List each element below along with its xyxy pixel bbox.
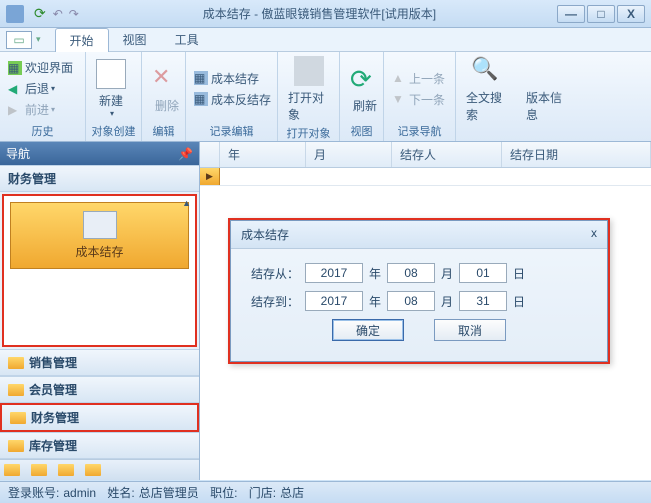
to-label: 结存到： [251, 293, 299, 310]
open-object-button[interactable]: 打开对象 [282, 54, 335, 125]
to-year-input[interactable] [305, 291, 363, 311]
nav-body: ▲ 成本结存 [2, 194, 197, 347]
grid-row[interactable]: ▶ [200, 168, 651, 186]
tab-start[interactable]: 开始 [55, 28, 109, 52]
cost-close-icon [83, 211, 117, 239]
date-from-row: 结存从： 年 月 日 [251, 263, 587, 283]
cost-reverse-button[interactable]: ▦成本反结存 [190, 89, 275, 110]
folder-icon[interactable] [58, 464, 74, 476]
folder-icon[interactable] [4, 464, 20, 476]
account-label: 登录账号: [8, 484, 59, 501]
position-label: 职位: [210, 484, 237, 501]
redo-icon[interactable]: ↷ [69, 7, 79, 21]
app-menu-icon[interactable]: ▭ [6, 31, 32, 49]
nav-panel: 导航📌 财务管理 ▲ 成本结存 销售管理 会员管理 财务管理 库存管理 [0, 142, 200, 480]
group-nav: 记录导航 [388, 123, 451, 139]
version-button[interactable]: 版本信息 [520, 54, 572, 125]
undo-icon[interactable]: ↶ [53, 7, 63, 21]
delete-button[interactable]: ✕删除 [146, 62, 188, 116]
pin-icon[interactable]: 📌 [178, 147, 193, 161]
next-record-button[interactable]: ▼下一条 [388, 89, 449, 110]
titlebar: ⟳ ↶ ↷ 成本结存 - 傲蓝眼镜销售管理软件[试用版本] — □ X [0, 0, 651, 28]
folder-icon [8, 440, 24, 452]
to-month-input[interactable] [387, 291, 435, 311]
nav-section-member[interactable]: 会员管理 [0, 376, 199, 403]
to-day-input[interactable] [459, 291, 507, 311]
col-person[interactable]: 结存人 [392, 142, 502, 167]
window-title: 成本结存 - 傲蓝眼镜销售管理软件[试用版本] [82, 5, 557, 22]
folder-icon [8, 357, 24, 369]
row-indicator-icon: ▶ [200, 168, 220, 185]
forward-button[interactable]: ▶前进▾ [4, 99, 77, 120]
name-label: 姓名: [107, 484, 134, 501]
new-button[interactable]: 新建▾ [90, 57, 132, 120]
welcome-button[interactable]: ▦欢迎界面 [4, 57, 77, 78]
group-record: 记录编辑 [190, 123, 273, 139]
dialog-title: 成本结存 [241, 226, 289, 243]
group-history: 历史 [4, 123, 81, 139]
minimize-button[interactable]: — [557, 5, 585, 23]
group-create: 对象创建 [90, 123, 137, 139]
from-month-input[interactable] [387, 263, 435, 283]
cancel-button[interactable]: 取消 [434, 319, 506, 341]
group-open: 打开对象 [282, 125, 335, 141]
col-year[interactable]: 年 [220, 142, 306, 167]
menu-tabs: ▭ ▾ 开始 视图 工具 [0, 28, 651, 52]
app-icon [6, 5, 24, 23]
dropdown-icon[interactable]: ▾ [36, 34, 41, 45]
store-label: 门店: [249, 484, 276, 501]
nav-section-stock[interactable]: 库存管理 [0, 432, 199, 459]
status-bar: 登录账号: admin 姓名: 总店管理员 职位: 门店: 总店 [0, 481, 651, 503]
cost-close-button[interactable]: ▦成本结存 [190, 68, 275, 89]
account-value: admin [63, 486, 96, 500]
folder-icon [8, 384, 24, 396]
nav-title: 导航📌 [0, 142, 199, 165]
cost-close-dialog: 成本结存 x 结存从： 年 月 日 结存到： 年 月 日 [228, 218, 610, 364]
maximize-button[interactable]: □ [587, 5, 615, 23]
search-button[interactable]: 🔍全文搜索 [460, 54, 512, 125]
group-view: 视图 [344, 123, 379, 139]
tab-view[interactable]: 视图 [109, 28, 161, 51]
dialog-titlebar: 成本结存 x [231, 221, 607, 249]
nav-section-finance[interactable]: 财务管理 [0, 403, 199, 432]
ribbon: ▦欢迎界面 ◀后退▾ ▶前进▾ 历史 新建▾ 对象创建 ✕删除 编辑 ▦成本结存… [0, 52, 651, 142]
folder-icon[interactable] [31, 464, 47, 476]
col-month[interactable]: 月 [306, 142, 392, 167]
nav-item-cost-close[interactable]: 成本结存 [10, 202, 189, 269]
close-button[interactable]: X [617, 5, 645, 23]
folder-icon [10, 412, 26, 424]
store-value: 总店 [280, 484, 304, 501]
grid-header: 年 月 结存人 结存日期 [200, 142, 651, 168]
grid-indicator-col [200, 142, 220, 167]
from-year-input[interactable] [305, 263, 363, 283]
tab-tools[interactable]: 工具 [161, 28, 213, 51]
folder-icon[interactable] [85, 464, 101, 476]
nav-footer [0, 459, 199, 480]
from-label: 结存从： [251, 265, 299, 282]
dialog-close-button[interactable]: x [591, 226, 597, 243]
refresh-button[interactable]: ⟳刷新 [344, 62, 386, 116]
prev-record-button[interactable]: ▲上一条 [388, 68, 449, 89]
nav-section-finance-top[interactable]: 财务管理 [0, 165, 199, 192]
reload-icon[interactable]: ⟳ [34, 5, 46, 22]
collapse-icon[interactable]: ▲ [182, 198, 191, 208]
group-edit: 编辑 [146, 123, 181, 139]
back-button[interactable]: ◀后退▾ [4, 78, 77, 99]
from-day-input[interactable] [459, 263, 507, 283]
name-value: 总店管理员 [139, 484, 199, 501]
nav-section-sales[interactable]: 销售管理 [0, 349, 199, 376]
col-date[interactable]: 结存日期 [502, 142, 651, 167]
date-to-row: 结存到： 年 月 日 [251, 291, 587, 311]
ok-button[interactable]: 确定 [332, 319, 404, 341]
